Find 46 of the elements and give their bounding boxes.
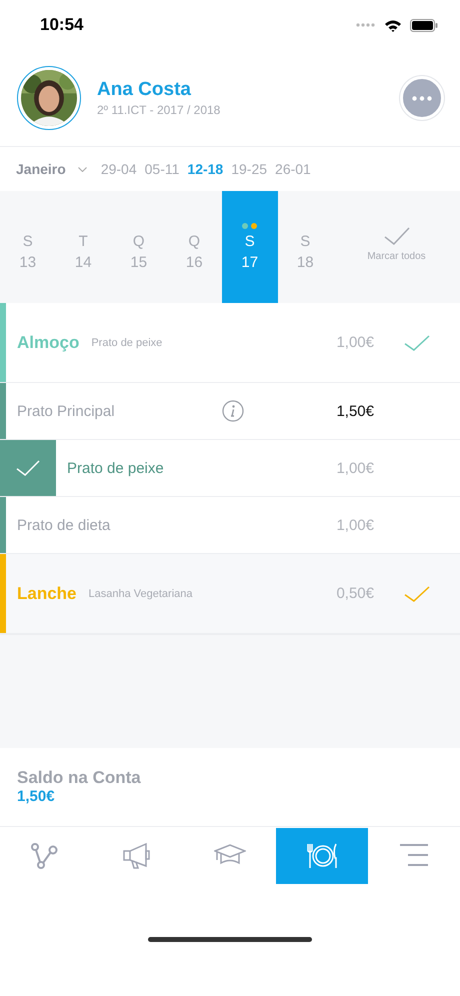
week-tab[interactable]: 26-01 — [275, 161, 311, 177]
more-button[interactable] — [400, 76, 444, 120]
battery-icon — [410, 18, 438, 32]
signal-icon — [356, 23, 376, 27]
day-tab[interactable]: Q 15 — [111, 191, 166, 303]
status-time: 10:54 — [40, 15, 84, 35]
plate-cutlery-icon — [306, 842, 338, 870]
week-tab[interactable]: 19-25 — [231, 161, 268, 177]
day-tab[interactable]: T 14 — [56, 191, 111, 303]
week-tab[interactable]: 29-04 — [100, 161, 137, 177]
option-name: Prato de peixe — [67, 460, 165, 476]
option-price: 1,00€ — [335, 460, 374, 476]
meal-option[interactable]: Prato Principal 1,50€ — [0, 383, 460, 440]
wifi-icon — [384, 18, 402, 32]
chevron-down-icon — [78, 166, 87, 172]
meal-row[interactable]: Almoço Prato de peixe 1,00€ — [0, 303, 460, 383]
day-tab[interactable]: Q 16 — [166, 191, 222, 303]
meal-row[interactable]: Lanche Lasanha Vegetariana 0,50€ — [0, 554, 460, 634]
option-name: Prato de dieta — [17, 516, 112, 534]
meal-choice: Prato de peixe — [91, 336, 164, 348]
tab-button[interactable] — [276, 828, 368, 884]
info-icon[interactable] — [222, 400, 244, 422]
option-name: Prato Principal — [17, 402, 116, 420]
week-tab[interactable]: 12-18 — [187, 161, 224, 177]
week-tab[interactable]: 05-11 — [144, 161, 180, 177]
profile-subtitle: 2º 11.ICT - 2017 / 2018 — [97, 103, 222, 117]
balance-label: Saldo na Conta — [17, 768, 142, 788]
meal-price: 1,00€ — [335, 334, 374, 351]
meal-choice: Lasanha Vegetariana — [88, 588, 194, 600]
meal-option[interactable]: Prato de peixe 1,00€ — [0, 440, 460, 497]
day-tab[interactable]: S 13 — [0, 191, 56, 303]
more-icon — [412, 96, 432, 100]
mark-all-button[interactable]: Marcar todos — [333, 191, 460, 303]
option-price: 1,00€ — [335, 516, 374, 534]
meal-name: Lanche — [17, 584, 77, 604]
check-icon — [384, 226, 410, 244]
option-price: 1,50€ — [335, 402, 374, 420]
meal-name: Almoço — [17, 332, 80, 352]
profile-name: Ana Costa — [97, 79, 192, 101]
month-dropdown[interactable]: Janeiro — [16, 161, 87, 177]
option-checkbox[interactable] — [0, 440, 56, 496]
meal-price: 0,50€ — [335, 585, 374, 602]
balance-value: 1,50€ — [17, 788, 56, 805]
day-tab[interactable]: S 18 — [278, 191, 333, 303]
day-tab[interactable]: S 17 — [222, 191, 278, 303]
check-icon — [16, 460, 40, 476]
